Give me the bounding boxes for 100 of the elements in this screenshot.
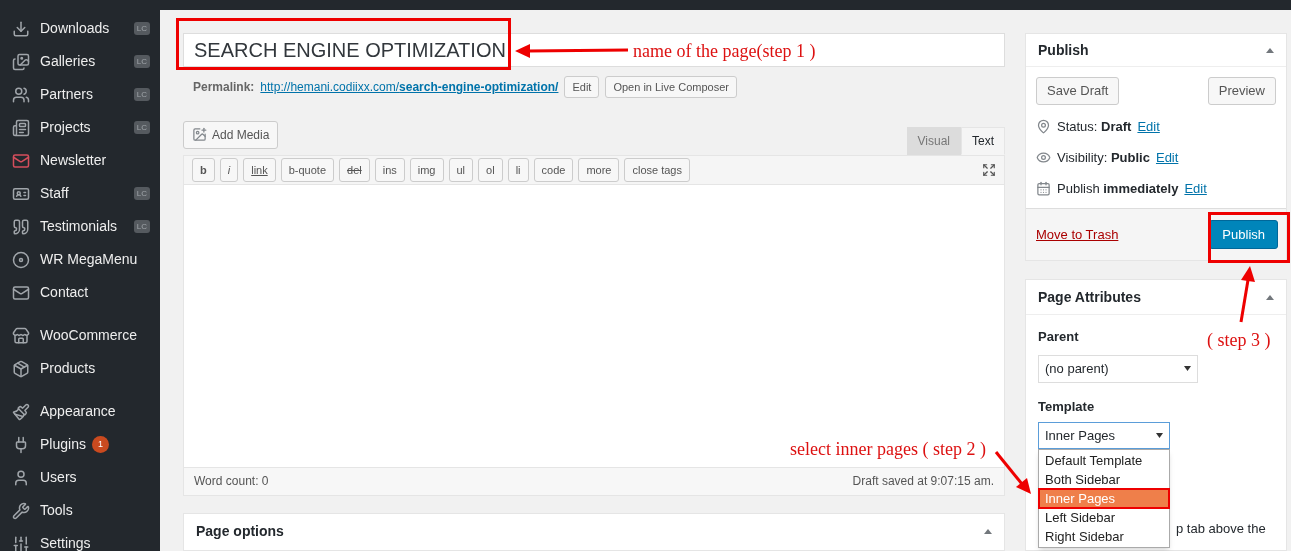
sidebar-label: Appearance [40,402,116,421]
sidebar-label: Users [40,468,77,487]
format-button[interactable]: link [243,157,276,182]
edit-link[interactable]: Edit [1155,147,1179,168]
sliders-icon [12,534,30,551]
format-button[interactable]: close tags [624,157,690,182]
sidebar-label: Partners [40,85,93,104]
sidebar-label: Testimonials [40,217,118,236]
format-button[interactable]: i [219,157,239,182]
dropdown-option[interactable]: Both Sidebar [1039,470,1169,489]
publish-setting-text: Visibility: Public [1057,148,1150,167]
move-to-trash-link[interactable]: Move to Trash [1036,224,1119,245]
sidebar-label: Contact [40,283,89,302]
sidebar-label: WooCommerce [40,326,137,345]
word-count: Word count: 0 [194,473,269,491]
sidebar-item[interactable]: WooCommerce [0,319,160,352]
format-button[interactable]: b [192,157,215,182]
select-value: Inner Pages [1045,426,1116,445]
format-button[interactable]: code [533,157,574,182]
draft-saved-text: Draft saved at 9:07:15 am. [852,473,994,491]
edit-link[interactable]: Edit [1137,116,1160,137]
annotation-text: ( step 3 ) [1207,329,1271,352]
sidebar-label: Staff [40,184,69,203]
permalink-button[interactable]: Edit [564,76,600,99]
panel-title: Page Attributes [1038,287,1141,307]
download-icon [12,19,30,38]
publish-button[interactable]: Publish [1209,220,1278,249]
template-label: Template [1038,397,1095,416]
people-icon [12,85,30,104]
arrow [1239,266,1255,323]
sidebar-item[interactable]: Plugins 1 [0,428,160,461]
permalink-label: Permalink: [193,79,255,97]
calendar-icon [1036,181,1051,196]
collapse-icon[interactable] [1266,47,1274,53]
format-button[interactable]: ul [448,157,474,182]
collapse-icon[interactable] [1266,294,1274,300]
paintbrush-icon [12,402,30,421]
sidebar-label: Products [40,359,96,378]
annotation-text: name of the page(step 1 ) [633,40,816,63]
sidebar-label: Projects [40,118,91,137]
panel-title: Page options [196,522,284,542]
annotation-text: select inner pages ( step 2 ) [790,438,986,461]
arrow [994,451,1031,494]
media-icon [192,127,207,142]
sidebar-item[interactable]: WR MegaMenu [0,243,160,276]
sidebar-label: Tools [40,501,73,520]
sidebar-label: Newsletter [40,151,107,170]
list-icon [12,118,30,137]
update-count-badge: 1 [91,436,109,453]
sidebar-label: WR MegaMenu [40,250,138,269]
dropdown-arrow-icon [1156,433,1163,438]
quote-icon [12,217,30,236]
permalink-button[interactable]: Open in Live Composer [605,76,737,99]
permalink-link[interactable]: http://hemani.codiixx.com/search-engine-optimization/ [260,78,559,97]
format-button[interactable]: ol [478,157,503,182]
publish-setting-text: Publish immediately [1057,179,1179,198]
user-icon [12,468,30,487]
sidebar-item[interactable]: Tools [0,494,160,527]
format-button[interactable]: del [339,157,370,182]
images-icon [12,52,30,71]
envelope-icon [12,283,30,302]
store-icon [12,326,30,345]
add-media-button[interactable]: Add Media [183,120,279,149]
pin-icon [1036,119,1051,134]
sidebar-item[interactable]: Settings [0,527,160,551]
box-icon [12,359,30,378]
format-button[interactable]: more [578,157,620,182]
envelope-icon [12,151,30,170]
sidebar-label: Galleries [40,52,96,71]
template-select[interactable]: Inner Pages [1038,422,1170,449]
dropdown-option[interactable]: Default Template [1039,451,1169,470]
sidebar-label: Settings [40,534,91,551]
sidebar-item[interactable]: Appearance [0,395,160,428]
editor-tab[interactable]: Text [961,126,1005,155]
eye-icon [1036,150,1051,165]
panel-title: Publish [1038,40,1089,60]
sidebar-item[interactable]: Products [0,352,160,385]
sidebar-item[interactable]: Newsletter [0,144,160,177]
collapse-icon[interactable] [984,529,992,535]
sidebar-item[interactable]: Contact [0,276,160,309]
dropdown-option[interactable]: Right Sidebar [1039,527,1169,546]
dropdown-arrow-icon [1184,366,1191,371]
disc-icon [12,250,30,269]
edit-link[interactable]: Edit [1184,178,1207,199]
format-button[interactable]: ins [374,157,405,182]
format-button[interactable]: li [507,157,529,182]
format-button[interactable]: b-quote [280,157,334,182]
sidebar-item[interactable]: Users [0,461,160,494]
sidebar-label: Plugins [40,435,86,454]
publish-setting-text: Status: Draft [1057,117,1132,136]
fullscreen-icon[interactable] [982,162,996,177]
sidebar-label: Downloads [40,19,110,38]
format-button[interactable]: img [409,157,444,182]
preview-button[interactable]: Preview [1207,77,1276,105]
wrench-icon [12,501,30,520]
dropdown-option[interactable]: Left Sidebar [1039,508,1169,527]
parent-select[interactable]: (no parent) [1038,354,1198,383]
select-value: (no parent) [1045,359,1109,378]
save-draft-button[interactable]: Save Draft [1036,77,1120,105]
help-text: p tab above the [1176,520,1266,538]
